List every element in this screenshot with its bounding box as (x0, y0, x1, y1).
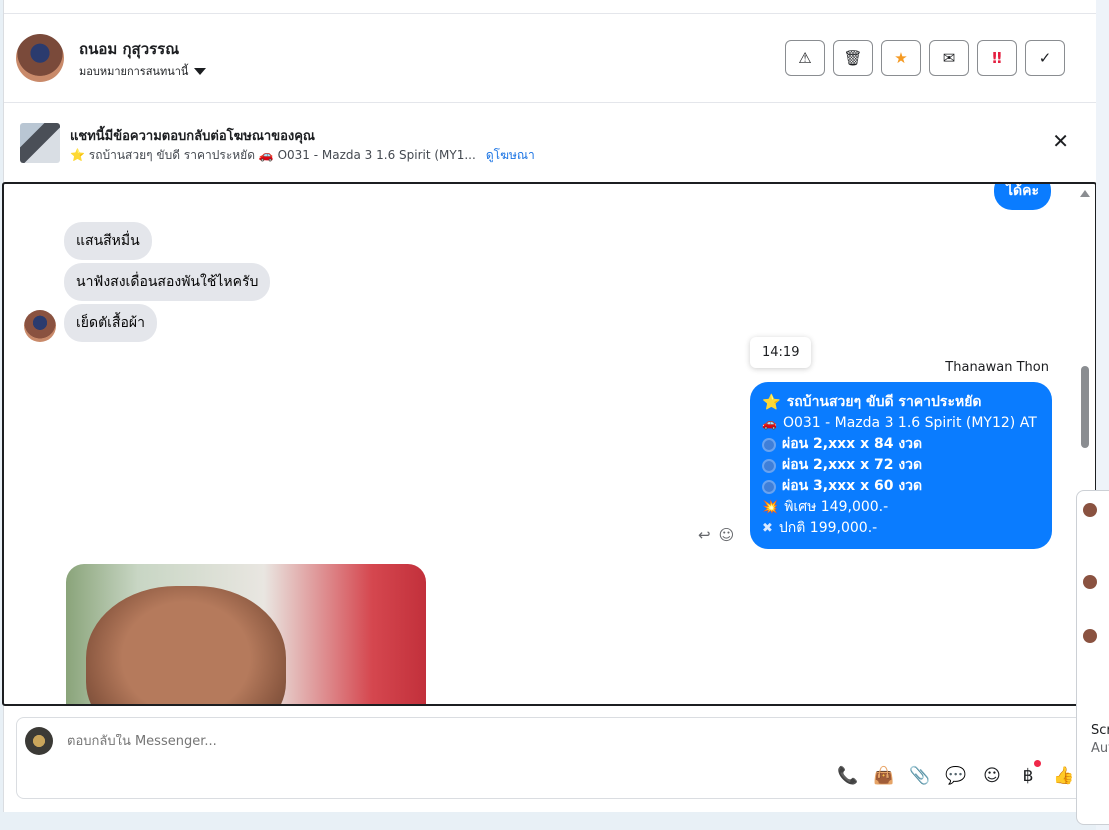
list-item: ผ่อน 2,xxx x 84 งวด (762, 434, 1040, 455)
panel-text: Scr (1091, 723, 1109, 738)
reply-composer: 📞 👜 📎 💬 ☺ ฿ 👍 (16, 717, 1094, 799)
circle-icon (762, 458, 776, 473)
burst-icon: 💥 (762, 500, 779, 515)
photo-content (86, 586, 286, 704)
sender-avatar (24, 310, 56, 342)
message-thread[interactable]: ได้คะ แสนสีหมื่น นาฟังสงเดื่อนสองพันใช้ไ… (2, 182, 1097, 706)
mark-unread-button[interactable]: ✉ (929, 40, 969, 76)
mini-avatar (1083, 575, 1097, 589)
scroll-up-arrow-icon[interactable] (1080, 190, 1090, 197)
star-icon: ★ (894, 49, 908, 67)
assign-conversation-dropdown[interactable]: มอบหมายการสนทนานี้ (79, 62, 207, 80)
mail-open-icon: ✉ (942, 49, 956, 67)
message-line: ปกติ 199,000.- (778, 520, 878, 536)
conversation-header: ถนอม กุสุวรรณ มอบหมายการสนทนานี้ ⚠ 🗑 ★ ✉… (4, 14, 1097, 103)
emoji-icon[interactable]: ☺ (981, 766, 1003, 786)
timestamp-tooltip: 14:19 (750, 337, 812, 368)
view-ad-link[interactable]: ดูโฆษณา (486, 146, 535, 165)
attachment-icon[interactable]: 📎 (909, 766, 931, 786)
thumbs-up-icon[interactable]: 👍 (1053, 766, 1075, 786)
notification-dot (1034, 760, 1041, 767)
message-line: O031 - Mazda 3 1.6 Spirit (MY12) AT (782, 415, 1037, 431)
list-item: 🚗 O031 - Mazda 3 1.6 Spirit (MY12) AT (762, 413, 1040, 434)
message-line: รถบ้านสวยๆ ขับดี ราคาประหยัด (786, 394, 982, 410)
floating-preview-panel[interactable]: Scr Aut (1076, 490, 1109, 825)
trash-icon: 🗑 (843, 49, 863, 67)
caret-down-icon (194, 67, 207, 75)
ad-reply-banner: แชทนี้มีข้อความตอบกลับต่อโฆษณาของคุณ ⭐ ร… (4, 103, 1097, 182)
tag-icon: ✖ (762, 521, 773, 536)
urgent-icon: ‼ (992, 49, 1002, 67)
list-item: ✖ ปกติ 199,000.- (762, 518, 1040, 539)
baht-icon[interactable]: ฿ (1017, 760, 1041, 786)
message-line: ผ่อน 2,xxx x 84 งวด (782, 436, 923, 452)
banner-subtitle-row: ⭐ รถบ้านสวยๆ ขับดี ราคาประหยัด 🚗 O031 - … (70, 146, 535, 165)
scroll-thumb[interactable] (1081, 366, 1089, 448)
message-line: ผ่อน 3,xxx x 60 งวด (782, 478, 923, 494)
star-button[interactable]: ★ (881, 40, 921, 76)
conversation-toolbar: ⚠ 🗑 ★ ✉ ‼ ✓ (785, 40, 1065, 76)
delete-button[interactable]: 🗑 (833, 40, 873, 76)
mark-done-button[interactable]: ✓ (1025, 40, 1065, 76)
reply-input[interactable] (67, 734, 767, 749)
message-outgoing[interactable]: ได้คะ (994, 184, 1052, 210)
baht-glyph: ฿ (1022, 766, 1034, 786)
composer-toolbar: 📞 👜 📎 💬 ☺ ฿ 👍 (837, 760, 1075, 786)
car-icon: 🚗 (762, 416, 777, 430)
mini-avatar (1083, 503, 1097, 517)
messenger-inbox: ถนอม กุสุวรรณ มอบหมายการสนทนานี้ ⚠ 🗑 ★ ✉… (2, 0, 1097, 812)
image-attachment[interactable] (66, 564, 426, 704)
close-icon[interactable]: ✕ (1052, 131, 1069, 151)
sender-name: Thanawan Thon (945, 360, 1049, 375)
warning-icon: ⚠ (798, 49, 812, 67)
message-incoming[interactable]: นาฟังสงเดื่อนสองพันใช้ไหครับ (64, 263, 271, 301)
banner-title: แชทนี้มีข้อความตอบกลับต่อโฆษณาของคุณ (70, 129, 315, 144)
emoji-react-icon[interactable]: ☺ (719, 526, 735, 544)
ad-summary: ⭐ รถบ้านสวยๆ ขับดี ราคาประหยัด 🚗 O031 - … (70, 148, 476, 162)
report-spam-button[interactable]: ⚠ (785, 40, 825, 76)
message-incoming[interactable]: แสนสีหมื่น (64, 222, 152, 260)
circle-icon (762, 437, 776, 452)
message-actions: ↩ ☺ (698, 526, 734, 544)
message-line: พิเศษ 149,000.- (784, 499, 889, 515)
ad-message-bubble[interactable]: ⭐ รถบ้านสวยๆ ขับดี ราคาประหยัด 🚗 O031 - Ma… (750, 382, 1052, 549)
star-icon: ⭐ (762, 393, 781, 411)
contact-name[interactable]: ถนอม กุสุวรรณ (79, 37, 179, 61)
circle-icon (762, 479, 776, 494)
message-incoming[interactable]: เย็ดตัเสื้อผ้า (64, 304, 157, 342)
panel-text: Aut (1091, 741, 1109, 756)
chat-bubble-icon[interactable]: 💬 (945, 766, 967, 786)
reply-icon[interactable]: ↩ (698, 526, 711, 544)
list-item: 💥 พิเศษ 149,000.- (762, 497, 1040, 518)
list-item: ⭐ รถบ้านสวยๆ ขับดี ราคาประหยัด (762, 392, 1040, 413)
call-add-icon[interactable]: 📞 (837, 766, 859, 786)
ad-thumbnail (20, 123, 60, 163)
shopping-bag-icon[interactable]: 👜 (873, 766, 895, 786)
message-line: ผ่อน 2,xxx x 72 งวด (782, 457, 923, 473)
contact-avatar[interactable] (16, 34, 64, 82)
list-item: ผ่อน 3,xxx x 60 งวด (762, 476, 1040, 497)
assign-label: มอบหมายการสนทนานี้ (79, 65, 189, 78)
list-item: ผ่อน 2,xxx x 72 งวด (762, 455, 1040, 476)
page-avatar (25, 727, 53, 755)
check-icon: ✓ (1038, 49, 1052, 67)
follow-up-button[interactable]: ‼ (977, 40, 1017, 76)
mini-avatar (1083, 629, 1097, 643)
